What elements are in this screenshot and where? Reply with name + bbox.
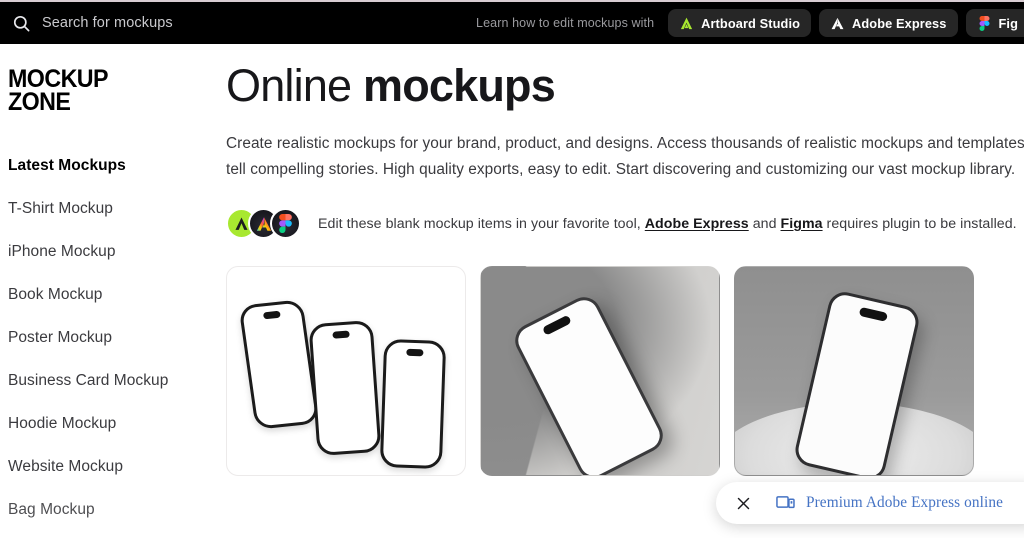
search-container[interactable] (0, 14, 342, 33)
phone-mockup-shape (308, 320, 382, 457)
page-title-bold: mockups (362, 60, 556, 111)
adobe-express-link[interactable]: Adobe Express (645, 216, 749, 232)
tool-avatars (226, 208, 301, 240)
mockup-card-phone-grey-pedestal[interactable] (734, 266, 974, 477)
figma-avatar-icon[interactable] (270, 208, 301, 240)
edit-text-prefix: Edit these blank mockup items in your fa… (318, 215, 645, 232)
figma-button-label: Fig (998, 15, 1018, 31)
close-icon[interactable] (736, 496, 751, 511)
learn-label: Learn how to edit mockups with (476, 16, 655, 30)
sidebar-item-hoodie-mockup[interactable]: Hoodie Mockup (8, 402, 226, 445)
figma-button[interactable]: Fig (965, 9, 1024, 37)
mockup-card-grid (226, 266, 1024, 477)
edit-tools-row: Edit these blank mockup items in your fa… (226, 208, 1024, 240)
logo-line-2: ZONE (8, 88, 71, 116)
sidebar-item-tshirt-mockup[interactable]: T-Shirt Mockup (8, 187, 226, 230)
sidebar-item-bag-mockup[interactable]: Bag Mockup (8, 488, 226, 531)
page-title-regular: Online (226, 60, 363, 111)
sidebar: MOCKUP ZONE Latest Mockups T-Shirt Mocku… (0, 44, 226, 538)
search-input[interactable] (42, 15, 342, 31)
sidebar-item-latest-mockups[interactable]: Latest Mockups (8, 144, 226, 187)
sidebar-item-iphone-mockup[interactable]: iPhone Mockup (8, 230, 226, 273)
main-content: Online mockups Create realistic mockups … (226, 44, 1024, 538)
sidebar-item-website-mockup[interactable]: Website Mockup (8, 445, 226, 488)
phone-mockup-shape (379, 339, 447, 470)
adobe-express-logo-icon (831, 17, 844, 29)
edit-text-suffix: requires plugin to be installed. (822, 215, 1017, 232)
premium-toast[interactable]: Premium Adobe Express online (716, 482, 1024, 524)
adobe-express-button[interactable]: Adobe Express (819, 9, 958, 37)
sidebar-item-business-card-mockup[interactable]: Business Card Mockup (8, 359, 226, 402)
toast-label: Premium Adobe Express online (806, 494, 1003, 511)
header-actions: Learn how to edit mockups with Artboard … (476, 9, 1024, 37)
figma-link[interactable]: Figma (781, 216, 823, 232)
sidebar-item-book-mockup[interactable]: Book Mockup (8, 273, 226, 316)
mockup-card-three-phones-white[interactable] (226, 266, 466, 477)
intro-paragraph: Create realistic mockups for your brand,… (226, 135, 1024, 178)
adobe-express-button-label: Adobe Express (852, 15, 947, 31)
sidebar-item-poster-mockup[interactable]: Poster Mockup (8, 316, 226, 359)
artboard-studio-button[interactable]: Artboard Studio (668, 9, 812, 37)
artboard-studio-button-label: Artboard Studio (701, 15, 801, 31)
edit-text-middle: and (748, 215, 781, 232)
device-screens-icon (776, 496, 795, 509)
mockup-card-phone-grey-flatlay[interactable] (480, 266, 720, 477)
search-icon (13, 15, 30, 31)
phone-mockup-shape (238, 299, 320, 431)
figma-logo-icon (979, 15, 989, 31)
page-body: MOCKUP ZONE Latest Mockups T-Shirt Mocku… (0, 44, 1024, 538)
edit-tools-text: Edit these blank mockup items in your fa… (318, 216, 1017, 232)
page-title: Online mockups (226, 62, 1024, 109)
top-header-bar: Learn how to edit mockups with Artboard … (0, 2, 1024, 44)
artboard-studio-logo-icon (681, 17, 693, 29)
site-logo[interactable]: MOCKUP ZONE (8, 67, 211, 116)
